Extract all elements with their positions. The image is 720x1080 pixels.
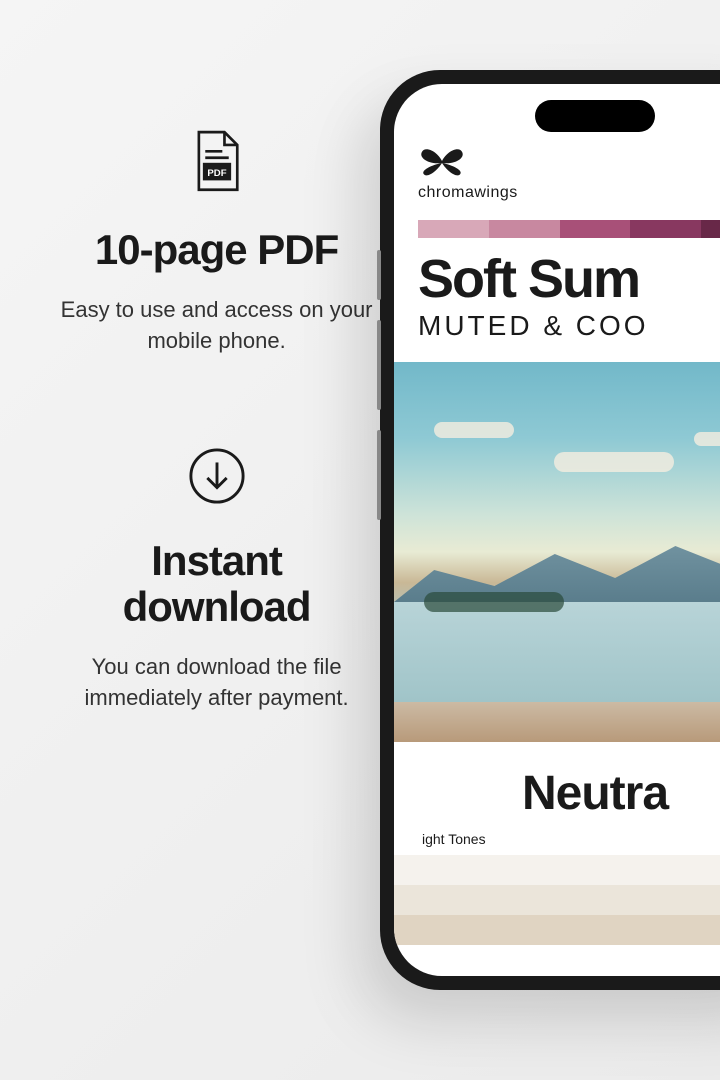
download-title: Instant download: [60, 538, 373, 630]
marketing-features: PDF 10-page PDF Easy to use and access o…: [0, 0, 403, 1080]
tone-label: ight Tones: [418, 831, 720, 847]
butterfly-icon: [418, 144, 466, 180]
tone-swatch: [394, 855, 720, 885]
brand-logo: chromawings: [418, 144, 720, 202]
product-subtitle: MUTED & COO: [418, 310, 720, 342]
pdf-feature: PDF 10-page PDF Easy to use and access o…: [60, 130, 373, 357]
brand-name: chromawings: [418, 184, 518, 202]
phone-mockup: chromawings Soft Sum MUTED & COO: [380, 70, 720, 990]
color-swatch: [418, 220, 489, 238]
landscape-illustration: [394, 362, 720, 742]
download-subtitle: You can download the file immediately af…: [60, 652, 373, 714]
color-swatch: [489, 220, 560, 238]
color-swatch: [701, 220, 720, 238]
section-title: Neutra: [418, 766, 720, 821]
color-swatch: [630, 220, 701, 238]
phone-frame: chromawings Soft Sum MUTED & COO: [380, 70, 720, 990]
color-palette-strip: [418, 220, 720, 238]
color-swatch: [560, 220, 631, 238]
svg-text:PDF: PDF: [207, 168, 226, 179]
phone-screen: chromawings Soft Sum MUTED & COO: [394, 84, 720, 976]
tone-swatches: [418, 855, 720, 945]
tone-swatch: [394, 885, 720, 915]
pdf-icon: PDF: [190, 130, 244, 199]
download-feature: Instant download You can download the fi…: [60, 447, 373, 714]
download-icon: [188, 447, 246, 510]
product-title: Soft Sum: [418, 252, 720, 306]
pdf-title: 10-page PDF: [95, 227, 338, 273]
tone-swatch: [394, 915, 720, 945]
pdf-subtitle: Easy to use and access on your mobile ph…: [60, 295, 373, 357]
dynamic-island: [535, 100, 655, 132]
